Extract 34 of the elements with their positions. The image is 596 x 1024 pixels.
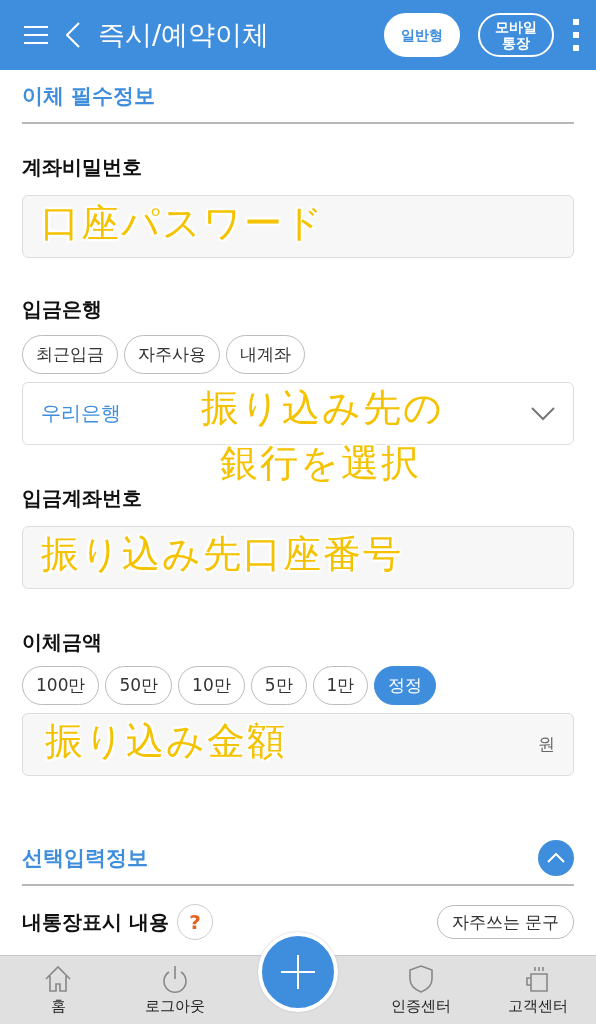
more-icon[interactable] (572, 19, 580, 51)
annotation-text: 振り込み金額 (45, 720, 287, 764)
annotation-text: 銀行を選択 (220, 442, 421, 486)
nav-item[interactable]: 고객센터 (479, 956, 596, 1024)
section-title: 이체 필수정보 (22, 83, 156, 110)
amount-chip[interactable]: 100만 (22, 666, 100, 705)
back-icon[interactable] (66, 22, 80, 48)
section-title: 선택입력정보 (22, 845, 148, 872)
chevron-down-icon (531, 406, 555, 421)
field-label: 이체금액 (22, 629, 103, 656)
bank-shortcut-chip[interactable]: 내계좌 (226, 335, 305, 374)
nav-item[interactable]: 로그아웃 (116, 956, 234, 1024)
field-label: 내통장표시 내용 (22, 908, 169, 936)
bank-shortcut-chip[interactable]: 최근입금 (22, 335, 118, 374)
annotation-text: 口座パスワード (41, 202, 325, 246)
collapse-button[interactable] (538, 840, 574, 876)
frequent-phrase-button[interactable]: 자주쓰는 문구 (436, 905, 574, 939)
amount-chip[interactable]: 5만 (250, 666, 307, 705)
field-label: 입금계좌번호 (22, 485, 143, 512)
field-label: 입금은행 (22, 296, 103, 323)
bank-shortcut-chip[interactable]: 자주사용 (124, 335, 220, 374)
amount-chip[interactable]: 50만 (105, 666, 173, 705)
menu-icon[interactable] (24, 25, 48, 45)
plus-icon (281, 955, 315, 989)
annotation-text: 振り込み先の (201, 387, 444, 431)
amount-chip[interactable]: 10만 (178, 666, 245, 705)
nav-item[interactable]: 인증센터 (362, 956, 480, 1024)
nav-item[interactable]: 홈 (0, 956, 117, 1024)
amount-field[interactable]: 振り込み金額 원 (22, 713, 574, 776)
screen-title: 즉시/예약이체 (98, 18, 271, 52)
field-label: 계좌비밀번호 (22, 154, 143, 181)
chevron-up-icon (547, 853, 565, 863)
amount-chip[interactable]: 1만 (312, 666, 369, 705)
annotation-text: 振り込み先口座番号 (41, 533, 403, 577)
